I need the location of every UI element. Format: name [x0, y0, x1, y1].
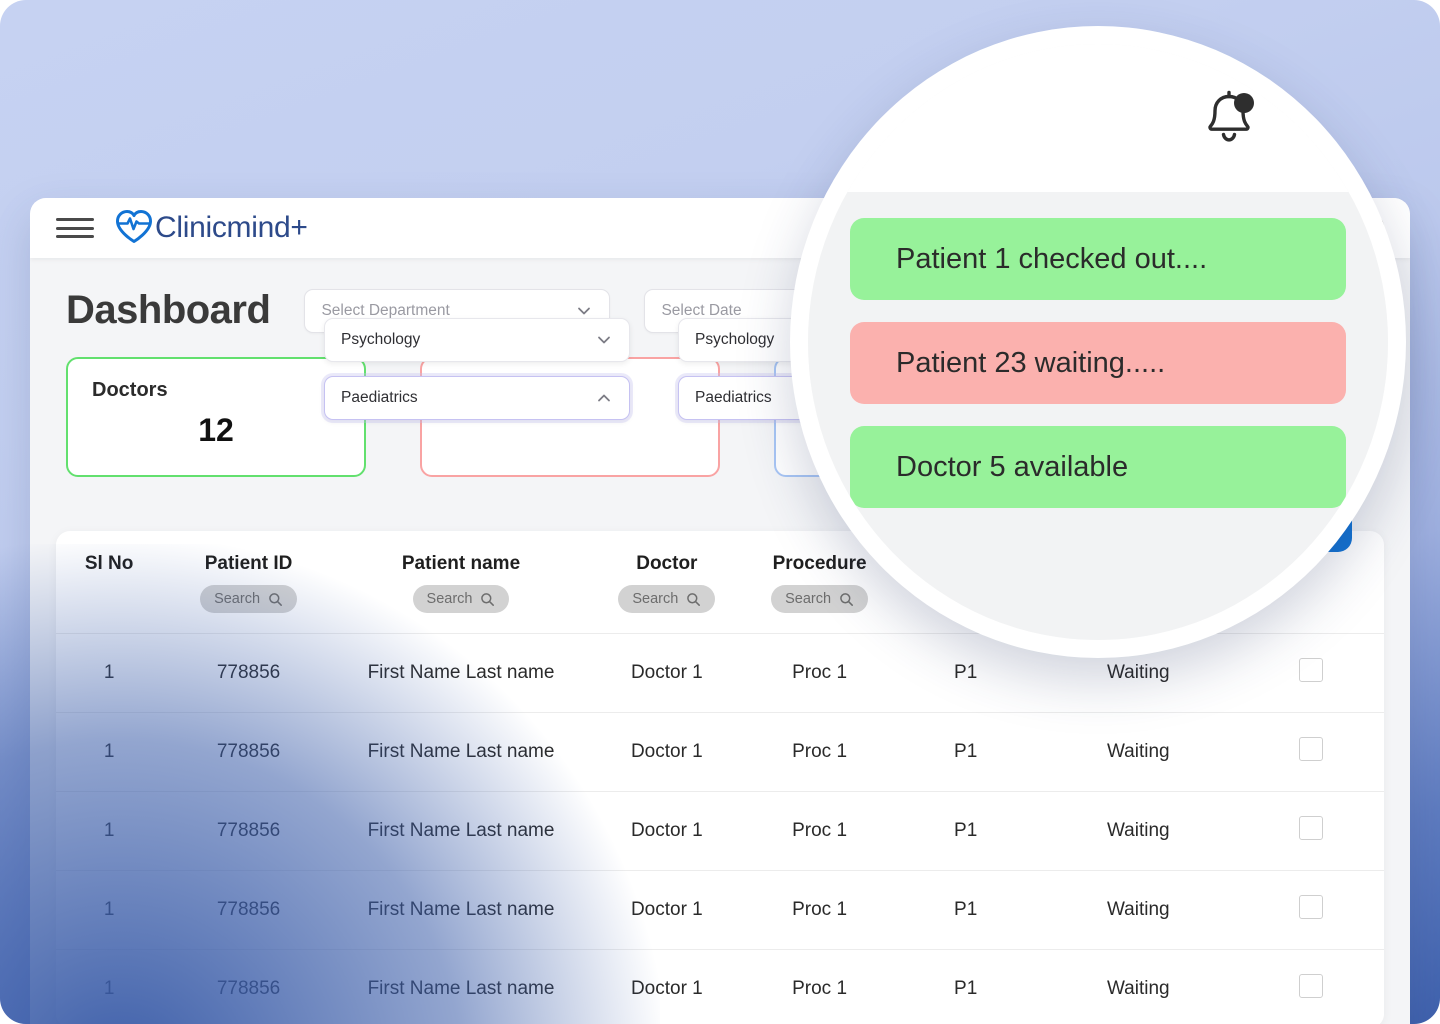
cell-status: Waiting	[1038, 949, 1238, 1024]
cell-procedure: Proc 1	[746, 712, 893, 792]
page-background: Clinicmind+ Dashboard Select Department	[0, 0, 1440, 1024]
row-checkbox[interactable]	[1298, 974, 1323, 998]
cell-status: Waiting	[1038, 712, 1238, 792]
option-label: Psychology	[341, 331, 421, 348]
cell-priority: P1	[892, 712, 1039, 792]
search-placeholder: Search	[632, 591, 679, 607]
table-row[interactable]: 1 778856 First Name Last name Doctor 1 P…	[56, 712, 1384, 792]
col-patient-id: Patient ID Search	[162, 531, 335, 634]
notification-badge-dot	[1234, 93, 1254, 113]
cell-sl-no: 1	[56, 633, 163, 713]
bell-icon[interactable]	[1202, 89, 1256, 147]
brand-name: Clinicmind+	[155, 211, 308, 244]
notification-dropdown: Patient 1 checked out.... Patient 23 wai…	[808, 192, 1388, 640]
cell-doctor: Doctor 1	[587, 949, 747, 1024]
cell-priority: P1	[892, 949, 1039, 1024]
cell-status: Waiting	[1038, 791, 1238, 871]
cell-procedure: Proc 1	[746, 633, 893, 713]
brand-logo[interactable]: Clinicmind+	[114, 208, 308, 249]
cell-doctor: Doctor 1	[587, 633, 747, 713]
cell-doctor: Doctor 1	[587, 870, 747, 950]
notification-item[interactable]: Patient 23 waiting.....	[850, 322, 1346, 404]
search-input-patient-name[interactable]: Search	[412, 585, 510, 613]
search-placeholder: Search	[214, 591, 261, 607]
cell-procedure: Proc 1	[746, 870, 893, 950]
col-doctor: Doctor Search	[587, 531, 746, 634]
page-title: Dashboard	[66, 288, 271, 332]
row-checkbox[interactable]	[1298, 895, 1323, 919]
cell-name: First Name Last name	[334, 633, 588, 713]
cell-priority: P1	[892, 791, 1039, 871]
cell-procedure: Proc 1	[746, 949, 893, 1024]
cell-priority: P1	[892, 870, 1039, 950]
chevron-up-icon	[595, 389, 613, 407]
hamburger-bar	[56, 235, 94, 238]
col-label: Patient name	[401, 553, 521, 574]
col-sl-no: Sl No	[56, 531, 162, 634]
cell-sl-no: 1	[56, 791, 163, 871]
col-label: Doctor	[636, 553, 698, 574]
department-option-paediatrics[interactable]: Paediatrics	[324, 376, 630, 420]
cell-patient-id: 778856	[162, 949, 335, 1024]
select-date-value: Select Date	[661, 301, 742, 319]
chevron-down-icon	[575, 302, 593, 320]
heart-pulse-icon	[114, 208, 154, 249]
magnifier-icon	[480, 592, 495, 607]
notification-item[interactable]: Patient 1 checked out....	[850, 218, 1346, 300]
cell-patient-id: 778856	[162, 870, 335, 950]
cell-select	[1237, 633, 1384, 713]
row-checkbox[interactable]	[1298, 737, 1323, 761]
cell-doctor: Doctor 1	[587, 791, 747, 871]
magnifier-icon	[686, 592, 701, 607]
cell-sl-no: 1	[56, 949, 163, 1024]
cell-procedure: Proc 1	[746, 791, 893, 871]
department-option-psychology[interactable]: Psychology	[324, 318, 630, 362]
row-checkbox[interactable]	[1298, 816, 1323, 840]
cell-name: First Name Last name	[334, 949, 588, 1024]
table-row[interactable]: 1 778856 First Name Last name Doctor 1 P…	[56, 949, 1384, 1024]
cell-doctor: Doctor 1	[587, 712, 747, 792]
cell-name: First Name Last name	[334, 712, 588, 792]
col-patient-name: Patient name Search	[335, 531, 587, 634]
table-row[interactable]: 1 778856 First Name Last name Doctor 1 P…	[56, 791, 1384, 871]
hamburger-menu-icon[interactable]	[56, 215, 94, 241]
cell-name: First Name Last name	[334, 791, 588, 871]
cell-name: First Name Last name	[334, 870, 588, 950]
stat-card-value: 12	[198, 412, 234, 448]
cell-select	[1237, 949, 1384, 1024]
chevron-down-icon	[595, 331, 613, 349]
cell-sl-no: 1	[56, 870, 163, 950]
cell-patient-id: 778856	[162, 791, 335, 871]
magnifier-content: Patient 1 checked out.... Patient 23 wai…	[808, 44, 1388, 640]
cell-select	[1237, 712, 1384, 792]
row-checkbox[interactable]	[1298, 658, 1323, 682]
col-label: Sl No	[84, 553, 134, 574]
cell-select	[1237, 791, 1384, 871]
department-dropdown-list: Psychology Paediatrics	[324, 318, 630, 434]
option-label: Paediatrics	[695, 389, 772, 406]
notification-bar	[808, 44, 1388, 192]
search-input-patient-id[interactable]: Search	[200, 585, 298, 613]
magnifier-lens: Patient 1 checked out.... Patient 23 wai…	[790, 26, 1406, 658]
magnifier-icon	[268, 592, 283, 607]
cell-select	[1237, 870, 1384, 950]
cell-patient-id: 778856	[162, 712, 335, 792]
col-label: Patient ID	[204, 553, 293, 574]
option-label: Paediatrics	[341, 389, 418, 406]
table-row[interactable]: 1 778856 First Name Last name Doctor 1 P…	[56, 870, 1384, 950]
option-label: Psychology	[695, 331, 775, 348]
table-row[interactable]: 1 778856 First Name Last name Doctor 1 P…	[56, 633, 1384, 713]
select-department-value: Select Department	[321, 301, 450, 319]
cell-status: Waiting	[1038, 870, 1238, 950]
search-input-doctor[interactable]: Search	[618, 585, 716, 613]
cell-patient-id: 778856	[162, 633, 335, 713]
stat-card-doctors: Doctors 12	[66, 357, 366, 477]
hamburger-bar	[56, 218, 94, 221]
hamburger-bar	[56, 226, 94, 230]
notification-item[interactable]: Doctor 5 available	[850, 426, 1346, 508]
search-placeholder: Search	[426, 591, 473, 607]
table-body: 1 778856 First Name Last name Doctor 1 P…	[56, 633, 1384, 1024]
cell-sl-no: 1	[56, 712, 163, 792]
stat-card-label: Doctors	[92, 379, 168, 401]
